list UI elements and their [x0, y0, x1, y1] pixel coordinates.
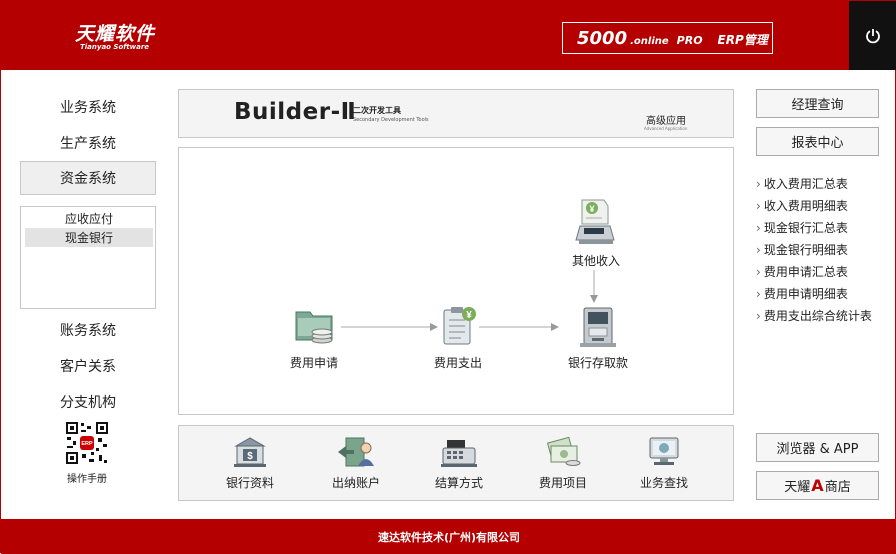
quick-expense-item[interactable]: 费用项目 — [523, 436, 603, 491]
logo-text: 天耀软件 — [75, 23, 156, 45]
app-window: 天耀软件 Tianyao Software 5000 .online PRO E… — [0, 0, 896, 554]
report-link-label: 费用申请汇总表 — [763, 265, 848, 279]
chevron-right-icon: › — [756, 177, 761, 191]
bank-info-label: 银行资料 — [225, 476, 274, 490]
logo-subtitle: Tianyao Software — [80, 43, 150, 51]
flow-node-expense-pay[interactable]: ¥ 费用支出 — [426, 306, 490, 371]
manual-label: 操作手册 — [67, 474, 107, 485]
atm-icon — [580, 307, 616, 347]
header-bar: 天耀软件 Tianyao Software 5000 .online PRO E… — [1, 1, 896, 70]
expense-apply-label: 费用申请 — [289, 356, 338, 370]
browser-app-button[interactable]: 浏览器 & APP — [756, 433, 879, 462]
chevron-right-icon: › — [756, 221, 761, 235]
report-link-income-expense-summary[interactable]: › 收入费用汇总表 — [756, 175, 848, 192]
power-icon — [866, 28, 880, 43]
report-link-label: 费用申请明细表 — [763, 287, 848, 301]
banner-advanced: 高级应用 — [646, 116, 686, 127]
monitor-search-icon — [649, 437, 679, 465]
quick-bank-info[interactable]: $ 银行资料 — [210, 436, 290, 491]
submenu-item-cash-bank[interactable]: 现金银行 — [25, 228, 153, 247]
manual-qr-icon[interactable]: ERP — [65, 421, 109, 465]
report-link-cash-bank-summary[interactable]: › 现金银行汇总表 — [756, 219, 848, 236]
other-income-label: 其他收入 — [571, 254, 620, 268]
nav-item-funds[interactable]: 资金系统 — [20, 161, 156, 195]
receipt-printer-icon: ¥ — [575, 199, 615, 244]
report-link-label: 现金银行明细表 — [763, 243, 848, 257]
builder-banner[interactable]: Builder-Ⅱ 二次开发工具 Secondary Development T… — [178, 89, 734, 138]
report-link-label: 收入费用明细表 — [763, 199, 848, 213]
report-link-expense-pay-stats[interactable]: › 费用支出综合统计表 — [756, 307, 872, 324]
manager-query-button[interactable]: 经理查询 — [756, 89, 879, 118]
nav-item-crm[interactable]: 客户关系 — [20, 349, 156, 383]
business-search-label: 业务查找 — [639, 476, 688, 490]
banner-subtitle-cn: 二次开发工具 — [353, 106, 401, 115]
chevron-right-icon: › — [756, 287, 761, 301]
flow-node-other-income[interactable]: ¥ 其他收入 — [561, 198, 631, 269]
banner-subtitle-en: Secondary Development Tools — [353, 117, 429, 123]
store-a-logo: A — [811, 476, 824, 495]
svg-text:$: $ — [247, 451, 253, 462]
flow-connectors — [341, 270, 598, 331]
edition-online: .online — [630, 36, 669, 47]
nav-item-business[interactable]: 业务系统 — [20, 90, 156, 124]
submenu-item-receivable-payable[interactable]: 应收应付 — [25, 209, 153, 228]
expense-pay-label: 费用支出 — [433, 356, 482, 370]
flow-node-bank-deposit[interactable]: 银行存取款 — [558, 306, 638, 371]
cashier-user-icon — [338, 437, 374, 467]
app-store-button[interactable]: 天耀 A 商店 — [756, 471, 879, 500]
quick-access-panel: $ 银行资料 出纳账户 结算方式 费用项目 业务查找 — [178, 425, 734, 501]
clipboard-checklist-icon: ¥ — [443, 307, 476, 345]
funds-submenu: 应收应付 现金银行 — [20, 206, 156, 309]
nav-item-accounting[interactable]: 账务系统 — [20, 313, 156, 347]
nav-item-production[interactable]: 生产系统 — [20, 126, 156, 160]
nav-item-branches[interactable]: 分支机构 — [20, 385, 156, 419]
chevron-right-icon: › — [756, 243, 761, 257]
svg-text:¥: ¥ — [466, 310, 472, 321]
power-button[interactable] — [849, 1, 896, 70]
flow-node-expense-apply[interactable]: 费用申请 — [284, 306, 344, 371]
edition-badge: 5000 .online PRO ERP管理 — [562, 22, 773, 54]
edition-pro: PRO — [676, 34, 703, 47]
report-link-cash-bank-detail[interactable]: › 现金银行明细表 — [756, 241, 848, 258]
settlement-method-label: 结算方式 — [434, 476, 483, 490]
report-link-label: 现金银行汇总表 — [763, 221, 848, 235]
svg-text:ERP: ERP — [81, 441, 93, 447]
report-link-label: 费用支出综合统计表 — [763, 309, 872, 323]
bank-building-icon: $ — [234, 437, 266, 467]
chevron-right-icon: › — [756, 265, 761, 279]
folder-coins-icon — [295, 311, 333, 344]
chevron-right-icon: › — [756, 199, 761, 213]
store-label-left: 天耀 — [784, 480, 811, 495]
report-link-expense-apply-detail[interactable]: › 费用申请明细表 — [756, 285, 848, 302]
report-link-income-expense-detail[interactable]: › 收入费用明细表 — [756, 197, 848, 214]
chevron-right-icon: › — [756, 309, 761, 323]
company-name: 速达软件技术(广州)有限公司 — [377, 530, 521, 544]
edition-number: 5000 — [577, 28, 628, 49]
quick-cashier-account[interactable]: 出纳账户 — [316, 436, 396, 491]
svg-text:¥: ¥ — [589, 204, 594, 214]
banner-advanced-en: Advanced Application — [644, 126, 688, 131]
bank-deposit-label: 银行存取款 — [567, 356, 628, 370]
banner-title: Builder-Ⅱ — [234, 99, 357, 125]
flow-diagram-panel: ¥ 其他收入 费用申请 ¥ 费用支出 银行存取款 — [178, 147, 734, 415]
report-link-label: 收入费用汇总表 — [763, 177, 848, 191]
store-label-right: 商店 — [824, 480, 851, 495]
edition-erp: ERP管理 — [717, 33, 768, 47]
cashier-account-label: 出纳账户 — [331, 476, 380, 490]
quick-settlement-method[interactable]: 结算方式 — [419, 436, 499, 491]
quick-business-search[interactable]: 业务查找 — [624, 436, 704, 491]
money-bills-icon — [546, 436, 581, 466]
footer-bar: 速达软件技术(广州)有限公司 — [1, 519, 896, 554]
expense-item-label: 费用项目 — [538, 476, 587, 490]
report-link-expense-apply-summary[interactable]: › 费用申请汇总表 — [756, 263, 848, 280]
cash-register-icon — [441, 440, 477, 467]
report-center-button[interactable]: 报表中心 — [756, 127, 879, 156]
